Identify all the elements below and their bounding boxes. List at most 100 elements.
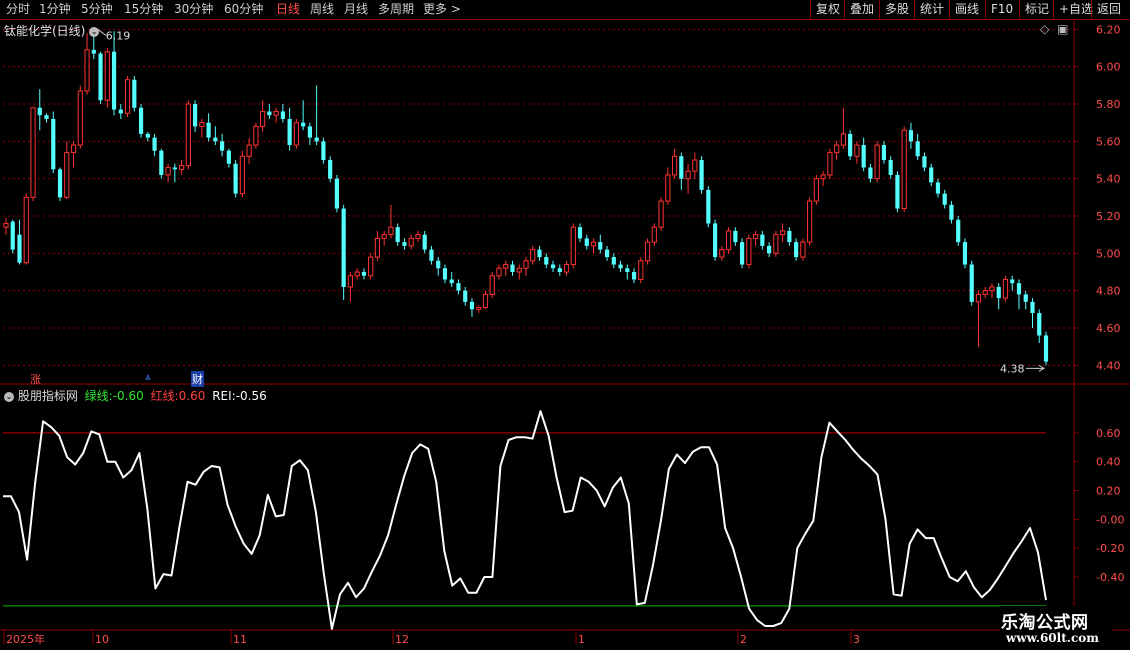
candle-body-up xyxy=(800,241,806,258)
candle-body-down xyxy=(402,242,407,246)
candle-body-down xyxy=(395,227,400,243)
price-tick-label: 5.60 xyxy=(1096,135,1121,148)
high-price-label: 6.19 xyxy=(106,29,131,42)
candle-body-down xyxy=(51,118,56,170)
candle-body-down xyxy=(98,53,103,101)
candle-body-up xyxy=(746,237,752,266)
candle-body-down xyxy=(422,234,427,250)
candle-body-down xyxy=(138,107,144,134)
candle-body-up xyxy=(516,267,522,273)
candle-body-down xyxy=(1037,313,1042,336)
candle-body-down xyxy=(550,264,556,269)
candle-body-down xyxy=(334,178,340,209)
candle-body-up xyxy=(685,170,691,180)
event-arrow-icon[interactable]: ⩓ xyxy=(145,372,151,383)
red-line-value: 0.60 xyxy=(178,389,206,403)
candle-body-down xyxy=(10,221,15,250)
candle-body-down xyxy=(145,133,150,138)
indicator-tick-label: -0.00 xyxy=(1096,513,1124,526)
window-icon[interactable]: ▣ xyxy=(1057,22,1068,36)
watermark-url: www.60lt.com xyxy=(1006,631,1099,645)
candle-body-up xyxy=(982,290,988,295)
date-tick-label: 2025年 xyxy=(6,632,45,646)
candle-body-up xyxy=(260,110,266,127)
candle-body-up xyxy=(246,144,252,157)
candle-body-up xyxy=(820,174,826,180)
candle-body-down xyxy=(969,264,974,302)
candle-body-down xyxy=(881,145,887,160)
price-tick-label: 6.20 xyxy=(1096,23,1121,36)
candle-body-down xyxy=(767,245,772,254)
panel-toggle-icon[interactable]: ⌄ xyxy=(89,26,100,37)
candle-body-up xyxy=(780,230,786,236)
candle-body-down xyxy=(341,208,346,287)
candle-body-down xyxy=(712,223,718,258)
panel-controls: ◇ ▣ xyxy=(1040,22,1068,36)
candle-body-down xyxy=(206,122,211,138)
candle-body-up xyxy=(570,226,576,266)
candle-body-up xyxy=(665,174,671,202)
candle-body-down xyxy=(442,268,448,280)
candle-body-up xyxy=(476,306,482,310)
candle-body-up xyxy=(84,49,90,92)
candle-body-up xyxy=(253,125,259,146)
candle-body-up xyxy=(70,144,77,154)
candle-body-up xyxy=(563,264,570,273)
candle-body-up xyxy=(381,234,387,239)
candle-body-up xyxy=(185,103,191,167)
candle-body-up xyxy=(199,122,205,127)
candle-body-down xyxy=(544,257,549,265)
candle-body-down xyxy=(213,137,218,142)
price-tick-label: 5.20 xyxy=(1096,210,1121,223)
event-marker-finance[interactable]: 财 xyxy=(191,371,204,387)
candle-body-up xyxy=(901,129,907,210)
candle-body-down xyxy=(307,126,312,138)
candle-body-up xyxy=(807,200,813,243)
candle-body-up xyxy=(3,222,9,228)
date-tick-label: 10 xyxy=(95,633,109,646)
candle-body-down xyxy=(1043,335,1049,362)
candle-body-down xyxy=(172,167,177,170)
indicator-header: ⌄ 股朋指标网 绿线:-0.60 红线:0.60 REI:-0.56 xyxy=(4,387,267,404)
candle-body-down xyxy=(436,260,441,269)
candle-body-up xyxy=(813,178,819,202)
diamond-icon[interactable]: ◇ xyxy=(1040,22,1049,36)
candle-body-up xyxy=(368,256,374,277)
candle-body-down xyxy=(679,156,684,179)
candle-body-up xyxy=(644,241,651,262)
main-panel-header: 钛能化学(日线) ⌄ xyxy=(4,22,100,39)
candle-body-down xyxy=(463,290,468,302)
indicator-tick-label: 0.40 xyxy=(1096,456,1121,469)
candle-body-down xyxy=(618,264,623,269)
candle-body-up xyxy=(178,165,185,170)
candle-body-down xyxy=(577,227,583,239)
candle-body-down xyxy=(888,160,893,175)
candle-body-down xyxy=(220,141,225,151)
candle-body-down xyxy=(469,301,475,310)
candle-body-up xyxy=(651,226,657,243)
rei-label: REI: xyxy=(212,389,236,403)
event-marker-limit-up[interactable]: 涨 xyxy=(30,371,41,387)
candle-body-up xyxy=(374,237,381,258)
candle-body-down xyxy=(908,130,914,142)
price-tick-label: 4.60 xyxy=(1096,322,1121,335)
candle-body-down xyxy=(321,141,326,160)
candle-body-down xyxy=(91,49,96,54)
date-tick-label: 3 xyxy=(853,633,860,646)
rei-value: -0.56 xyxy=(235,389,267,403)
price-axis: 6.20 6.00 5.80 5.60 5.40 5.20 5.00 4.80 4.60 4.40… xyxy=(1074,23,1124,584)
candle-body-up xyxy=(658,200,664,228)
indicator-tick-label: 0.60 xyxy=(1096,427,1121,440)
date-axis: 2025年 10 11 12 1 2 3 xyxy=(3,630,860,646)
candle-body-up xyxy=(692,159,698,172)
candle-body-up xyxy=(165,166,171,176)
candle-body-down xyxy=(598,242,603,250)
candle-body-up xyxy=(489,275,495,295)
candle-body-up xyxy=(496,267,502,277)
candle-body-down xyxy=(929,167,934,183)
kline-chart[interactable]: 6.19 4.38 6.20 6.00 5.80 5.60 5.40 5.20 5.00 4.8… xyxy=(0,0,1130,650)
candle-body-up xyxy=(638,260,644,280)
indicator-toggle-icon[interactable]: ⌄ xyxy=(4,391,14,402)
date-tick-label: 2 xyxy=(740,633,747,646)
indicator-series xyxy=(3,410,1047,630)
